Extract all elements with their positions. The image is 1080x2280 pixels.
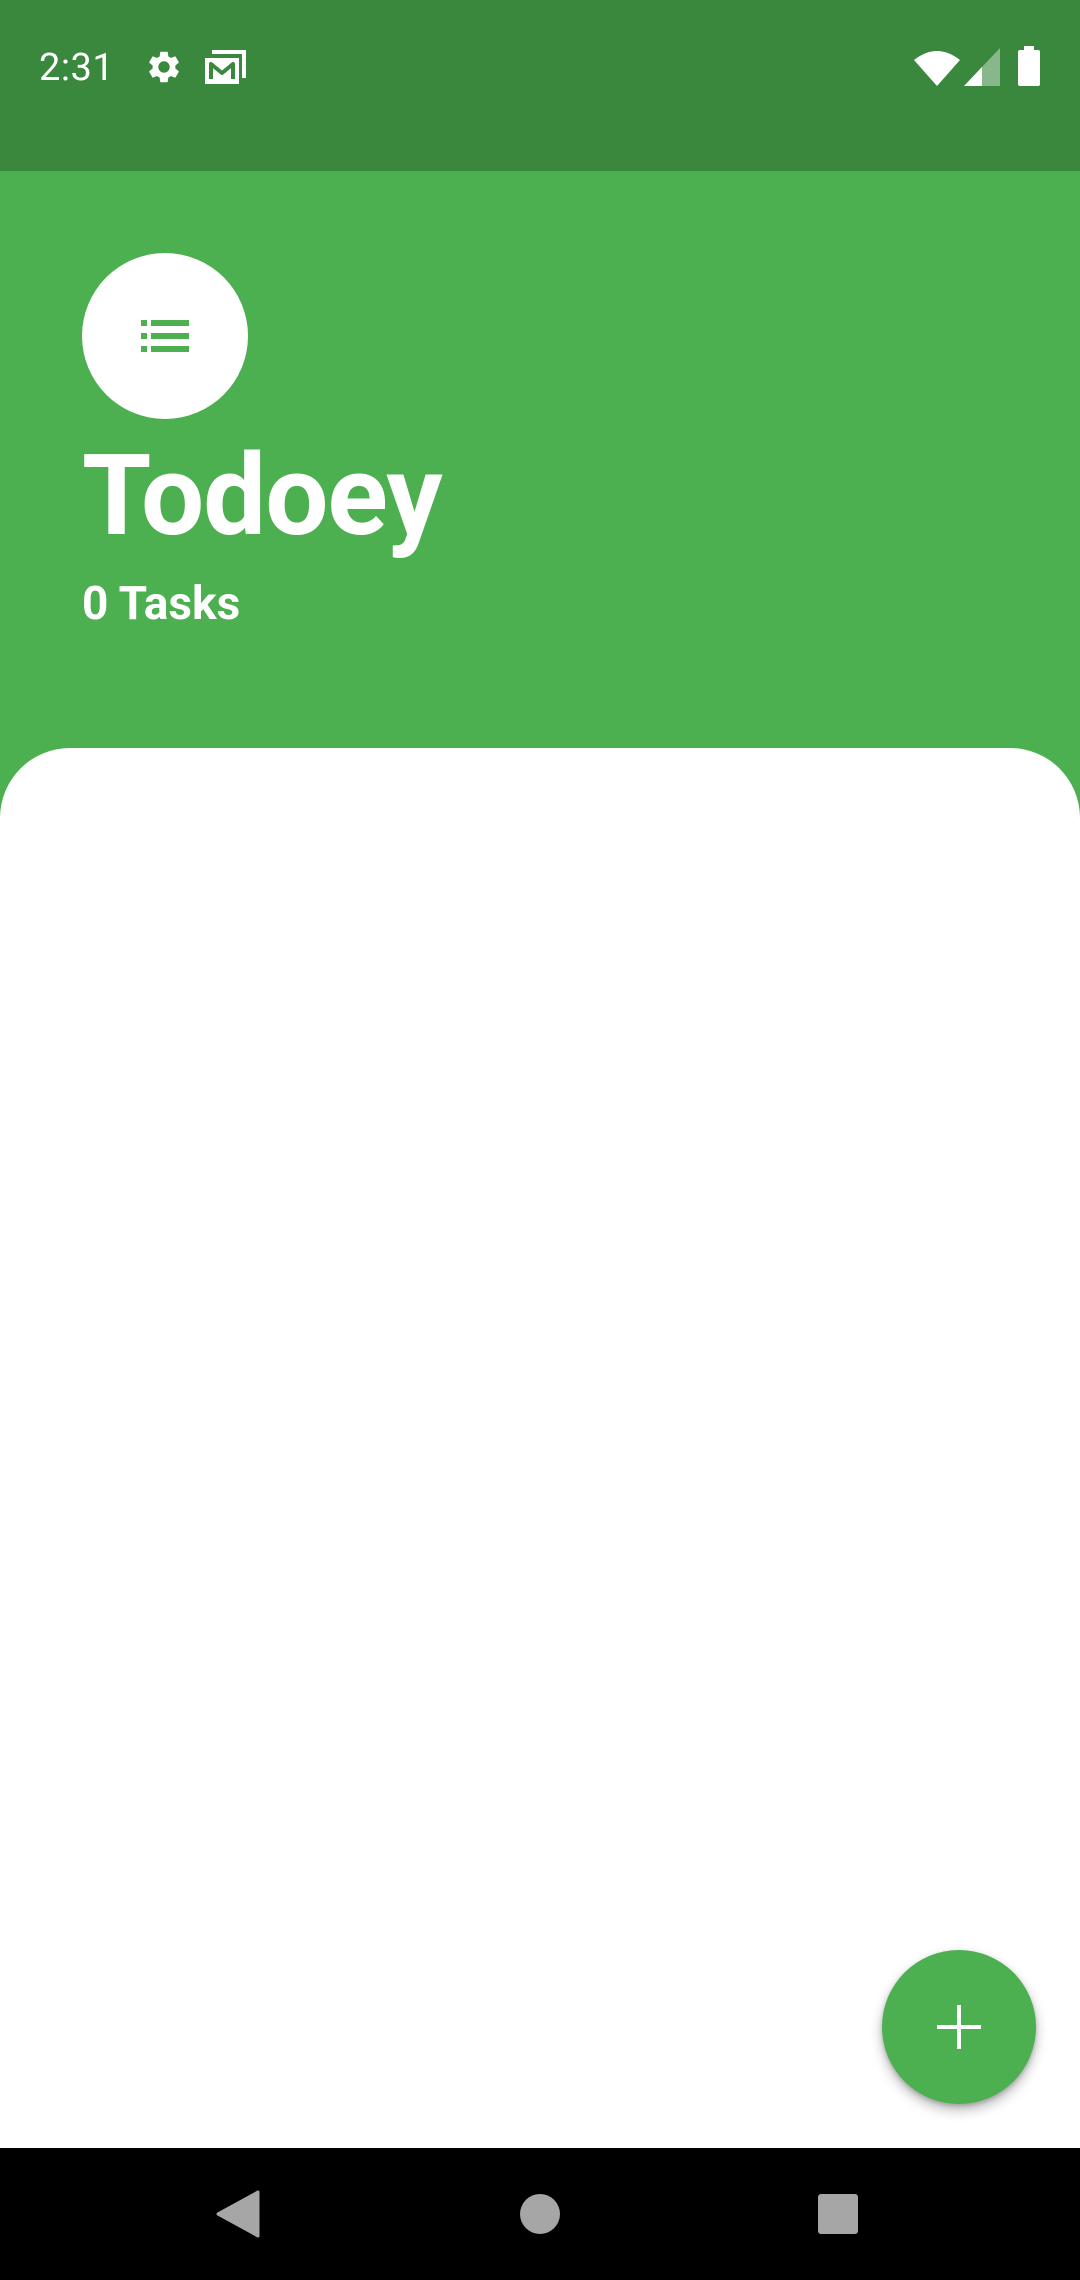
photo-mail-icon [203, 48, 247, 90]
app-header: Todoey 0 Tasks [0, 171, 1080, 821]
app-title: Todoey [82, 431, 443, 562]
add-icon [937, 2005, 981, 2049]
wifi-icon [914, 50, 960, 90]
home-icon[interactable] [519, 2193, 561, 2239]
list-icon [141, 320, 189, 352]
signal-icon [964, 48, 1000, 90]
status-time: 2:31 [39, 46, 115, 90]
battery-icon [1018, 46, 1040, 90]
logo-badge [82, 253, 248, 419]
app-screen: 2:31 Todoey 0 Tasks [0, 0, 1080, 2280]
task-count: 0 Tasks [82, 577, 241, 631]
navigation-bar [0, 2148, 1080, 2280]
gear-icon [145, 48, 183, 90]
add-task-button[interactable] [882, 1950, 1036, 2104]
back-icon[interactable] [216, 2190, 260, 2242]
task-list [0, 748, 1080, 2148]
status-bar: 2:31 [0, 0, 1080, 171]
recents-icon[interactable] [817, 2193, 859, 2239]
